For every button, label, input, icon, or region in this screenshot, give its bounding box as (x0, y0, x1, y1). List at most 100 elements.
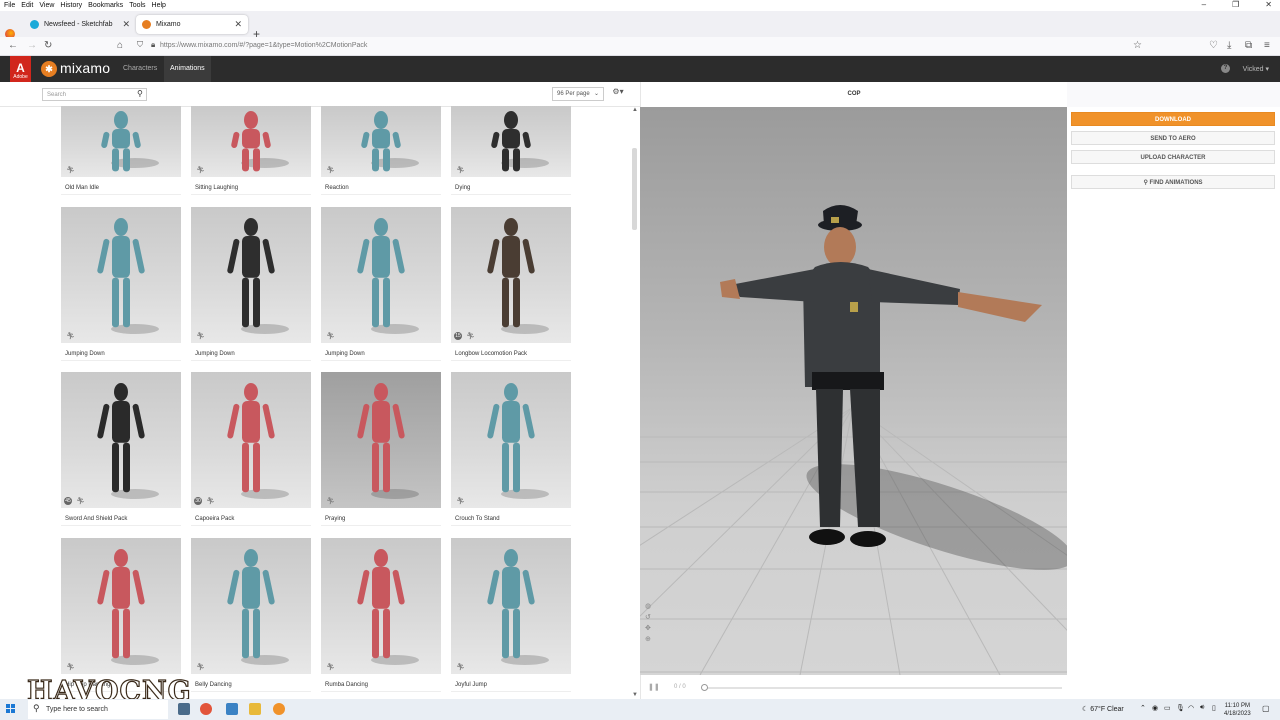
app-menu-icon[interactable]: ≡ (1264, 40, 1270, 51)
pocket-icon[interactable]: ♡ (1209, 40, 1218, 51)
animation-card[interactable]: 15 🏃︎ Longbow Locomotion Pack (451, 207, 571, 361)
home-icon[interactable]: ⌂ (117, 40, 123, 51)
pause-icon[interactable]: ❚❚ (648, 683, 660, 691)
downloads-icon[interactable]: ⤓ (1227, 40, 1231, 51)
animation-card[interactable]: 🏃︎ Sitting Laughing (191, 106, 311, 195)
rotate-icon[interactable]: ↺ (645, 613, 651, 621)
url-bar[interactable]: https://www.mixamo.com/#/?page=1&type=Mo… (160, 39, 1120, 54)
forward-icon[interactable]: → (27, 40, 37, 51)
restore-icon[interactable]: ❐ (1232, 0, 1239, 9)
animation-card[interactable]: 🏃︎ Dying (451, 106, 571, 195)
globe-icon[interactable]: ◍ (645, 602, 651, 610)
menu-help[interactable]: Help (152, 2, 166, 9)
help-icon[interactable]: ? (1221, 64, 1230, 73)
animation-thumbnail[interactable]: 🏃︎ (321, 538, 441, 674)
animation-label: Old Man Idle (61, 177, 181, 195)
pan-icon[interactable]: ✥ (645, 624, 651, 632)
download-button[interactable]: DOWNLOAD (1071, 112, 1275, 126)
menu-history[interactable]: History (60, 2, 82, 9)
taskbar-app-icon[interactable] (273, 703, 285, 715)
wifi-icon[interactable]: ◠ (1188, 704, 1194, 712)
tray-chevron-icon[interactable]: ⌃ (1140, 704, 1146, 712)
animation-thumbnail[interactable]: 🏃︎ (191, 207, 311, 343)
settings-gear-icon[interactable]: ⚙▾ (609, 87, 627, 101)
reload-icon[interactable]: ↻ (44, 40, 52, 51)
animation-thumbnail[interactable]: 🏃︎ (191, 538, 311, 674)
user-menu[interactable]: Vicked ▾ (1243, 65, 1269, 73)
animation-thumbnail[interactable]: 45 🏃︎ (61, 372, 181, 508)
battery-icon[interactable]: ▯ (1212, 704, 1216, 712)
tab-sketchfab[interactable]: Newsfeed - Sketchfab ✕ (24, 15, 136, 34)
animation-thumbnail[interactable]: 🏃︎ (61, 538, 181, 674)
taskbar-search-input[interactable]: ⚲ Type here to search (28, 700, 168, 719)
animation-card[interactable]: 🏃︎ Hip Hop Dancing (61, 538, 181, 692)
animation-card[interactable]: 🏃︎ Belly Dancing (191, 538, 311, 692)
animation-card[interactable]: 30 🏃︎ Capoeira Pack (191, 372, 311, 526)
animation-card[interactable]: 🏃︎ Jumping Down (321, 207, 441, 361)
animation-card[interactable]: 🏃︎ Old Man Idle (61, 106, 181, 195)
animation-thumbnail[interactable]: 🏃︎ (61, 106, 181, 177)
weather-widget[interactable]: ☾ 67°F Clear (1082, 705, 1124, 713)
animation-thumbnail[interactable]: 🏃︎ (451, 372, 571, 508)
timeline-scrubber[interactable] (701, 684, 708, 691)
search-input[interactable]: Search (42, 88, 147, 101)
timeline-track[interactable] (705, 687, 1062, 689)
animation-card[interactable]: 45 🏃︎ Sword And Shield Pack (61, 372, 181, 526)
bookmark-star-icon[interactable]: ☆ (1133, 40, 1142, 51)
firefox-taskbar-icon[interactable] (200, 703, 212, 715)
upload-character-button[interactable]: UPLOAD CHARACTER (1071, 150, 1275, 164)
taskbar-app-icon[interactable] (226, 703, 238, 715)
close-tab-icon[interactable]: ✕ (122, 19, 130, 30)
menu-file[interactable]: File (4, 2, 15, 9)
nav-characters[interactable]: Characters (117, 56, 163, 82)
nav-animations[interactable]: Animations (164, 56, 211, 82)
animation-card[interactable]: 🏃︎ Joyful Jump (451, 538, 571, 692)
animation-card[interactable]: 🏃︎ Rumba Dancing (321, 538, 441, 692)
minimize-icon[interactable]: – (1202, 0, 1206, 9)
extensions-icon[interactable]: ⧉ (1245, 40, 1252, 51)
animation-card[interactable]: 🏃︎ Praying (321, 372, 441, 526)
menu-tools[interactable]: Tools (129, 2, 145, 9)
scroll-down-icon[interactable]: ▼ (632, 692, 638, 698)
search-icon[interactable]: ⚲ (137, 89, 143, 98)
per-page-select[interactable]: 96 Per page ⌄ (552, 87, 604, 101)
animation-thumbnail[interactable]: 15 🏃︎ (451, 207, 571, 343)
microphone-icon[interactable]: 🎙︎ (1176, 704, 1185, 712)
3d-viewport[interactable]: ◍ ↺ ✥ ⊕ (640, 107, 1067, 675)
tray-app-icon[interactable]: ◉ (1152, 704, 1158, 712)
shield-icon[interactable]: ⛉ (137, 40, 143, 50)
lock-icon[interactable]: 🔒︎ (151, 40, 155, 50)
find-animations-button[interactable]: ⚲ FIND ANIMATIONS (1071, 175, 1275, 189)
animation-thumbnail[interactable]: 🏃︎ (321, 207, 441, 343)
animation-thumbnail[interactable]: 🏃︎ (451, 106, 571, 177)
close-window-icon[interactable]: ✕ (1265, 0, 1272, 9)
send-to-aero-button[interactable]: SEND TO AERO (1071, 131, 1275, 145)
animation-card[interactable]: 🏃︎ Jumping Down (61, 207, 181, 361)
scroll-up-icon[interactable]: ▲ (632, 107, 638, 113)
animation-thumbnail[interactable]: 30 🏃︎ (191, 372, 311, 508)
animation-card[interactable]: 🏃︎ Reaction (321, 106, 441, 195)
animation-thumbnail[interactable]: 🏃︎ (451, 538, 571, 674)
system-clock[interactable]: 11:10 PM 4/18/2023 (1224, 702, 1251, 718)
mixamo-logo-text[interactable]: mixamo (60, 60, 110, 76)
animation-thumbnail[interactable]: 🏃︎ (191, 106, 311, 177)
menu-view[interactable]: View (39, 2, 54, 9)
animation-card[interactable]: 🏃︎ Crouch To Stand (451, 372, 571, 526)
animation-card[interactable]: 🏃︎ Jumping Down (191, 207, 311, 361)
menu-bookmarks[interactable]: Bookmarks (88, 2, 123, 9)
windows-start-icon[interactable] (6, 704, 16, 714)
animation-thumbnail[interactable]: 🏃︎ (321, 106, 441, 177)
notifications-icon[interactable]: ▢ (1262, 704, 1270, 713)
scrollbar-thumb[interactable] (632, 148, 637, 230)
zoom-icon[interactable]: ⊕ (645, 635, 651, 643)
back-icon[interactable]: ← (8, 40, 18, 51)
close-tab-icon[interactable]: ✕ (234, 19, 242, 30)
volume-icon[interactable]: 🔊︎ (1200, 704, 1204, 712)
network-icon[interactable]: ▭ (1164, 704, 1171, 712)
file-explorer-icon[interactable] (249, 703, 261, 715)
animation-thumbnail[interactable]: 🏃︎ (61, 207, 181, 343)
tab-mixamo[interactable]: Mixamo ✕ (136, 15, 248, 34)
taskbar-app-icon[interactable] (178, 703, 190, 715)
menu-edit[interactable]: Edit (21, 2, 33, 9)
animation-thumbnail[interactable]: 🏃︎ (321, 372, 441, 508)
